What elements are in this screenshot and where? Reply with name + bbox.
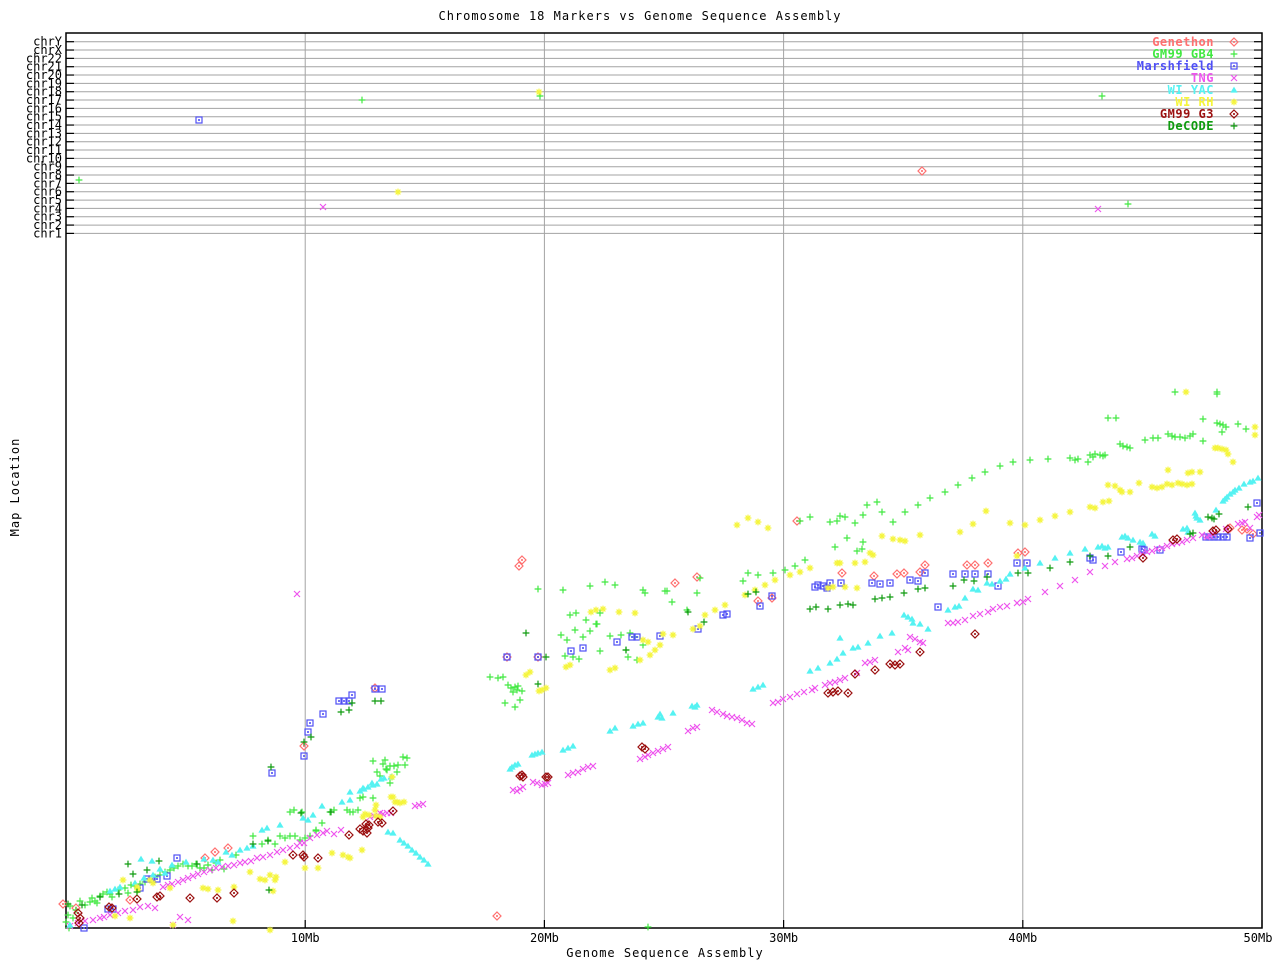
chromosome-rows: chrYchrXchr22chr21chr20chr19chr18chr17ch… bbox=[26, 35, 1262, 241]
legend-marker-diamond-icon bbox=[1218, 36, 1244, 48]
legend-item-decode: DeCODE bbox=[1137, 120, 1244, 132]
legend-marker-diamond-icon bbox=[1218, 108, 1244, 120]
x-tick-label: 20Mb bbox=[530, 931, 559, 945]
series-wirh bbox=[112, 89, 1259, 934]
legend-marker-cross-icon bbox=[1218, 72, 1244, 84]
series-wiyac bbox=[66, 475, 1261, 928]
legend-marker-square-icon bbox=[1218, 60, 1244, 72]
series-tng bbox=[67, 204, 1262, 929]
x-tick-label: 30Mb bbox=[769, 931, 798, 945]
legend-marker-star-icon bbox=[1218, 96, 1244, 108]
series-genethon bbox=[59, 167, 1257, 920]
legend: GenethonGM99 GB4MarshfieldTNGWI YACWI RH… bbox=[1137, 36, 1244, 132]
x-tick-label: 10Mb bbox=[291, 931, 320, 945]
gridlines: 10Mb 20Mb 30Mb 40Mb 50Mb bbox=[291, 33, 1273, 945]
legend-marker-plus-icon bbox=[1218, 120, 1244, 132]
legend-label: DeCODE bbox=[1168, 119, 1214, 133]
series-marshfield bbox=[81, 117, 1263, 931]
x-tick-label: 40Mb bbox=[1008, 931, 1037, 945]
x-tick-label: 50Mb bbox=[1244, 931, 1273, 945]
series-decode bbox=[65, 504, 1252, 909]
legend-marker-triangle-icon bbox=[1218, 84, 1244, 96]
legend-marker-plus-icon bbox=[1218, 48, 1244, 60]
series-gm99g3 bbox=[74, 525, 1232, 927]
chromosome-label: chr1 bbox=[33, 226, 62, 240]
scatter-plot: 10Mb 20Mb 30Mb 40Mb 50Mb chrYchrXchr22chr21ch… bbox=[0, 0, 1280, 960]
plot-border bbox=[66, 33, 1262, 928]
